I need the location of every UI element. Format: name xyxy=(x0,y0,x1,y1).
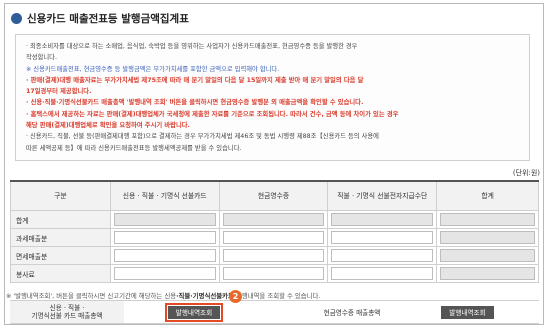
notice-line: 해당 판매(결제)대행업체로 확인을 요청하여 주시기 바랍니다. xyxy=(26,122,190,130)
table-row: 과세매출분 xyxy=(10,228,539,247)
service-card-input[interactable] xyxy=(113,267,216,280)
col-header-card: 신용 · 직불 · 기명식 선불카드 xyxy=(109,180,220,211)
notice-line: · 판매(결제)대행 매출자료는 부가가치세법 제75조에 따라 매 분기 말일… xyxy=(26,76,364,84)
row-label-total: 합계 xyxy=(10,210,111,229)
table-row: 합계 xyxy=(10,210,539,229)
taxable-sum-field xyxy=(440,231,535,244)
sales-total-row: 신용 · 직불 · 기명식선불 카드 매출총액 발행내역조회 현금영수증 매출총… xyxy=(10,300,539,324)
col-header-total: 합계 xyxy=(436,180,539,211)
col-header-cash-receipt: 현금영수증 xyxy=(218,180,329,211)
table-row: 봉사료 xyxy=(10,264,539,283)
notice-line: · 신용·직불·기명식선불카드 매출총액 '발행내역 조회' 버튼을 클릭하시면… xyxy=(26,99,364,107)
taxable-card-input[interactable] xyxy=(113,231,216,244)
card-lookup-button[interactable]: 발행내역조회 xyxy=(164,302,224,322)
notice-box: · 최종소비자를 대상으로 하는 소매업, 음식업, 숙박업 등을 영위하는 사… xyxy=(15,34,530,161)
lookup-note-prefix: ※ '발행내역조회', 버튼을 클릭하시면 신고기간에 해당하는 신용 xyxy=(6,292,177,300)
table-header-row: 구분 신용 · 직불 · 기명식 선불카드 현금영수증 직불 · 기명식 선불전… xyxy=(10,180,539,211)
row-label-taxable: 과세매출분 xyxy=(10,228,111,247)
section-title: 신용카드 매출전표등 발행금액집계표 xyxy=(27,12,189,25)
service-cash-input[interactable] xyxy=(222,267,325,280)
unit-label: (단위:원) xyxy=(512,169,540,177)
total-epay-field xyxy=(331,213,434,226)
lookup-note: ※ '발행내역조회', 버튼을 클릭하시면 신고기간에 해당하는 신용·직불·기… xyxy=(6,291,320,300)
col-header-e-payment: 직불 · 기명식 선불전자지급수단 xyxy=(327,180,438,211)
service-sum-field xyxy=(440,267,535,280)
cash-sales-total-label: 현금영수증 매출총액 xyxy=(323,309,381,317)
taxable-cash-input[interactable] xyxy=(222,231,325,244)
notice-line: ※ 신용카드매출전표, 현금영수증 등 발행금액은 부가가치세를 포함한 금액으… xyxy=(26,65,280,73)
table-row: 면세매출분 xyxy=(10,246,539,265)
lookup-note-suffix: 발행내역을 조회할 수 있습니다. xyxy=(233,292,321,300)
exempt-cash-input[interactable] xyxy=(222,249,325,262)
total-cash-field xyxy=(222,213,325,226)
step-badge: 2 xyxy=(229,290,242,303)
total-card-field xyxy=(113,213,216,226)
amount-table: 구분 신용 · 직불 · 기명식 선불카드 현금영수증 직불 · 기명식 선불전… xyxy=(10,180,539,283)
row-label-service-charge: 봉사료 xyxy=(10,264,111,283)
notice-line: 작성합니다. xyxy=(26,54,57,62)
exempt-epay-input[interactable] xyxy=(331,249,434,262)
notice-line: · 최종소비자를 대상으로 하는 소매업, 음식업, 숙박업 등을 영위하는 사… xyxy=(26,43,358,50)
taxable-epay-input[interactable] xyxy=(331,231,434,244)
total-sum-field xyxy=(440,213,535,226)
notice-line: · 홈택스에서 제공하는 자료는 판매(결제)대행업체가 국세청에 제출한 자료… xyxy=(26,110,399,118)
card-sales-label-line1: 신용 · 직불 · xyxy=(49,304,85,312)
notice-line: · 신용카드, 직불, 선불 등(판매결제대행 포함)으로 결제하는 경우 부가… xyxy=(26,133,379,141)
card-sales-label-line2: 기명식선불 카드 매출총액 xyxy=(31,312,103,320)
section-header: 신용카드 매출전표등 발행금액집계표 xyxy=(11,10,189,26)
lookup-note-bold: ·직불·기명식선불카드 xyxy=(176,292,234,300)
cash-lookup-button[interactable]: 발행내역조회 xyxy=(441,305,494,319)
exempt-card-input[interactable] xyxy=(113,249,216,262)
bullet-icon xyxy=(11,12,22,24)
row-label-exempt: 면세매출분 xyxy=(10,246,111,265)
col-header-category: 구분 xyxy=(10,180,111,211)
notice-line: 따른 세액공제 등】에 따라 신용카드매출전표등 발행세액공제를 받을 수 있습… xyxy=(26,144,242,152)
card-sales-total-label: 신용 · 직불 · 기명식선불 카드 매출총액 xyxy=(10,301,124,323)
notice-line: 17일경부터 제공합니다. xyxy=(26,88,92,96)
exempt-sum-field xyxy=(440,249,535,262)
service-epay-input[interactable] xyxy=(331,267,434,280)
